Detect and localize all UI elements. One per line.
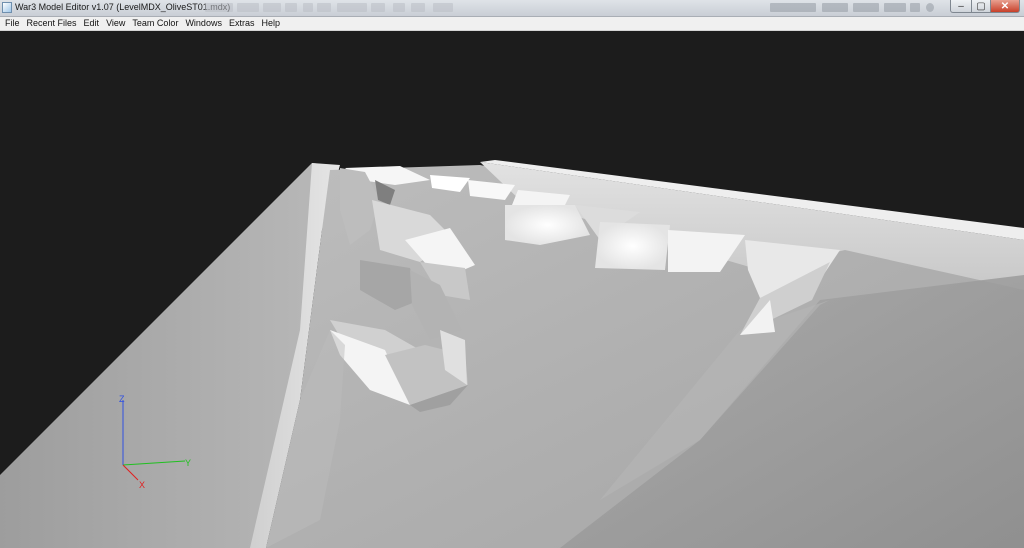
menu-file[interactable]: File <box>2 17 23 30</box>
maximize-button[interactable]: ▢ <box>971 0 991 13</box>
menu-view[interactable]: View <box>103 17 128 30</box>
title-bar: War3 Model Editor v1.07 (LevelMDX_OliveS… <box>0 0 1024 17</box>
menu-windows[interactable]: Windows <box>182 17 225 30</box>
background-toolbar <box>205 3 745 13</box>
menu-recent-files[interactable]: Recent Files <box>24 17 80 30</box>
menu-team-color[interactable]: Team Color <box>129 17 181 30</box>
window-title: War3 Model Editor v1.07 (LevelMDX_OliveS… <box>15 2 231 12</box>
app-icon <box>2 2 12 13</box>
menu-bar: File Recent Files Edit View Team Color W… <box>0 17 1024 31</box>
menu-help[interactable]: Help <box>258 17 283 30</box>
menu-extras[interactable]: Extras <box>226 17 258 30</box>
x-axis-label: X <box>139 480 145 490</box>
z-axis-label: Z <box>119 394 125 404</box>
y-axis-label: Y <box>185 458 191 468</box>
model-viewport[interactable]: Z Y X <box>0 31 1024 548</box>
menu-edit[interactable]: Edit <box>81 17 103 30</box>
terrain-model: Z Y X <box>0 160 1024 548</box>
close-button[interactable]: ✕ <box>990 0 1020 13</box>
minimize-button[interactable]: – <box>950 0 972 13</box>
